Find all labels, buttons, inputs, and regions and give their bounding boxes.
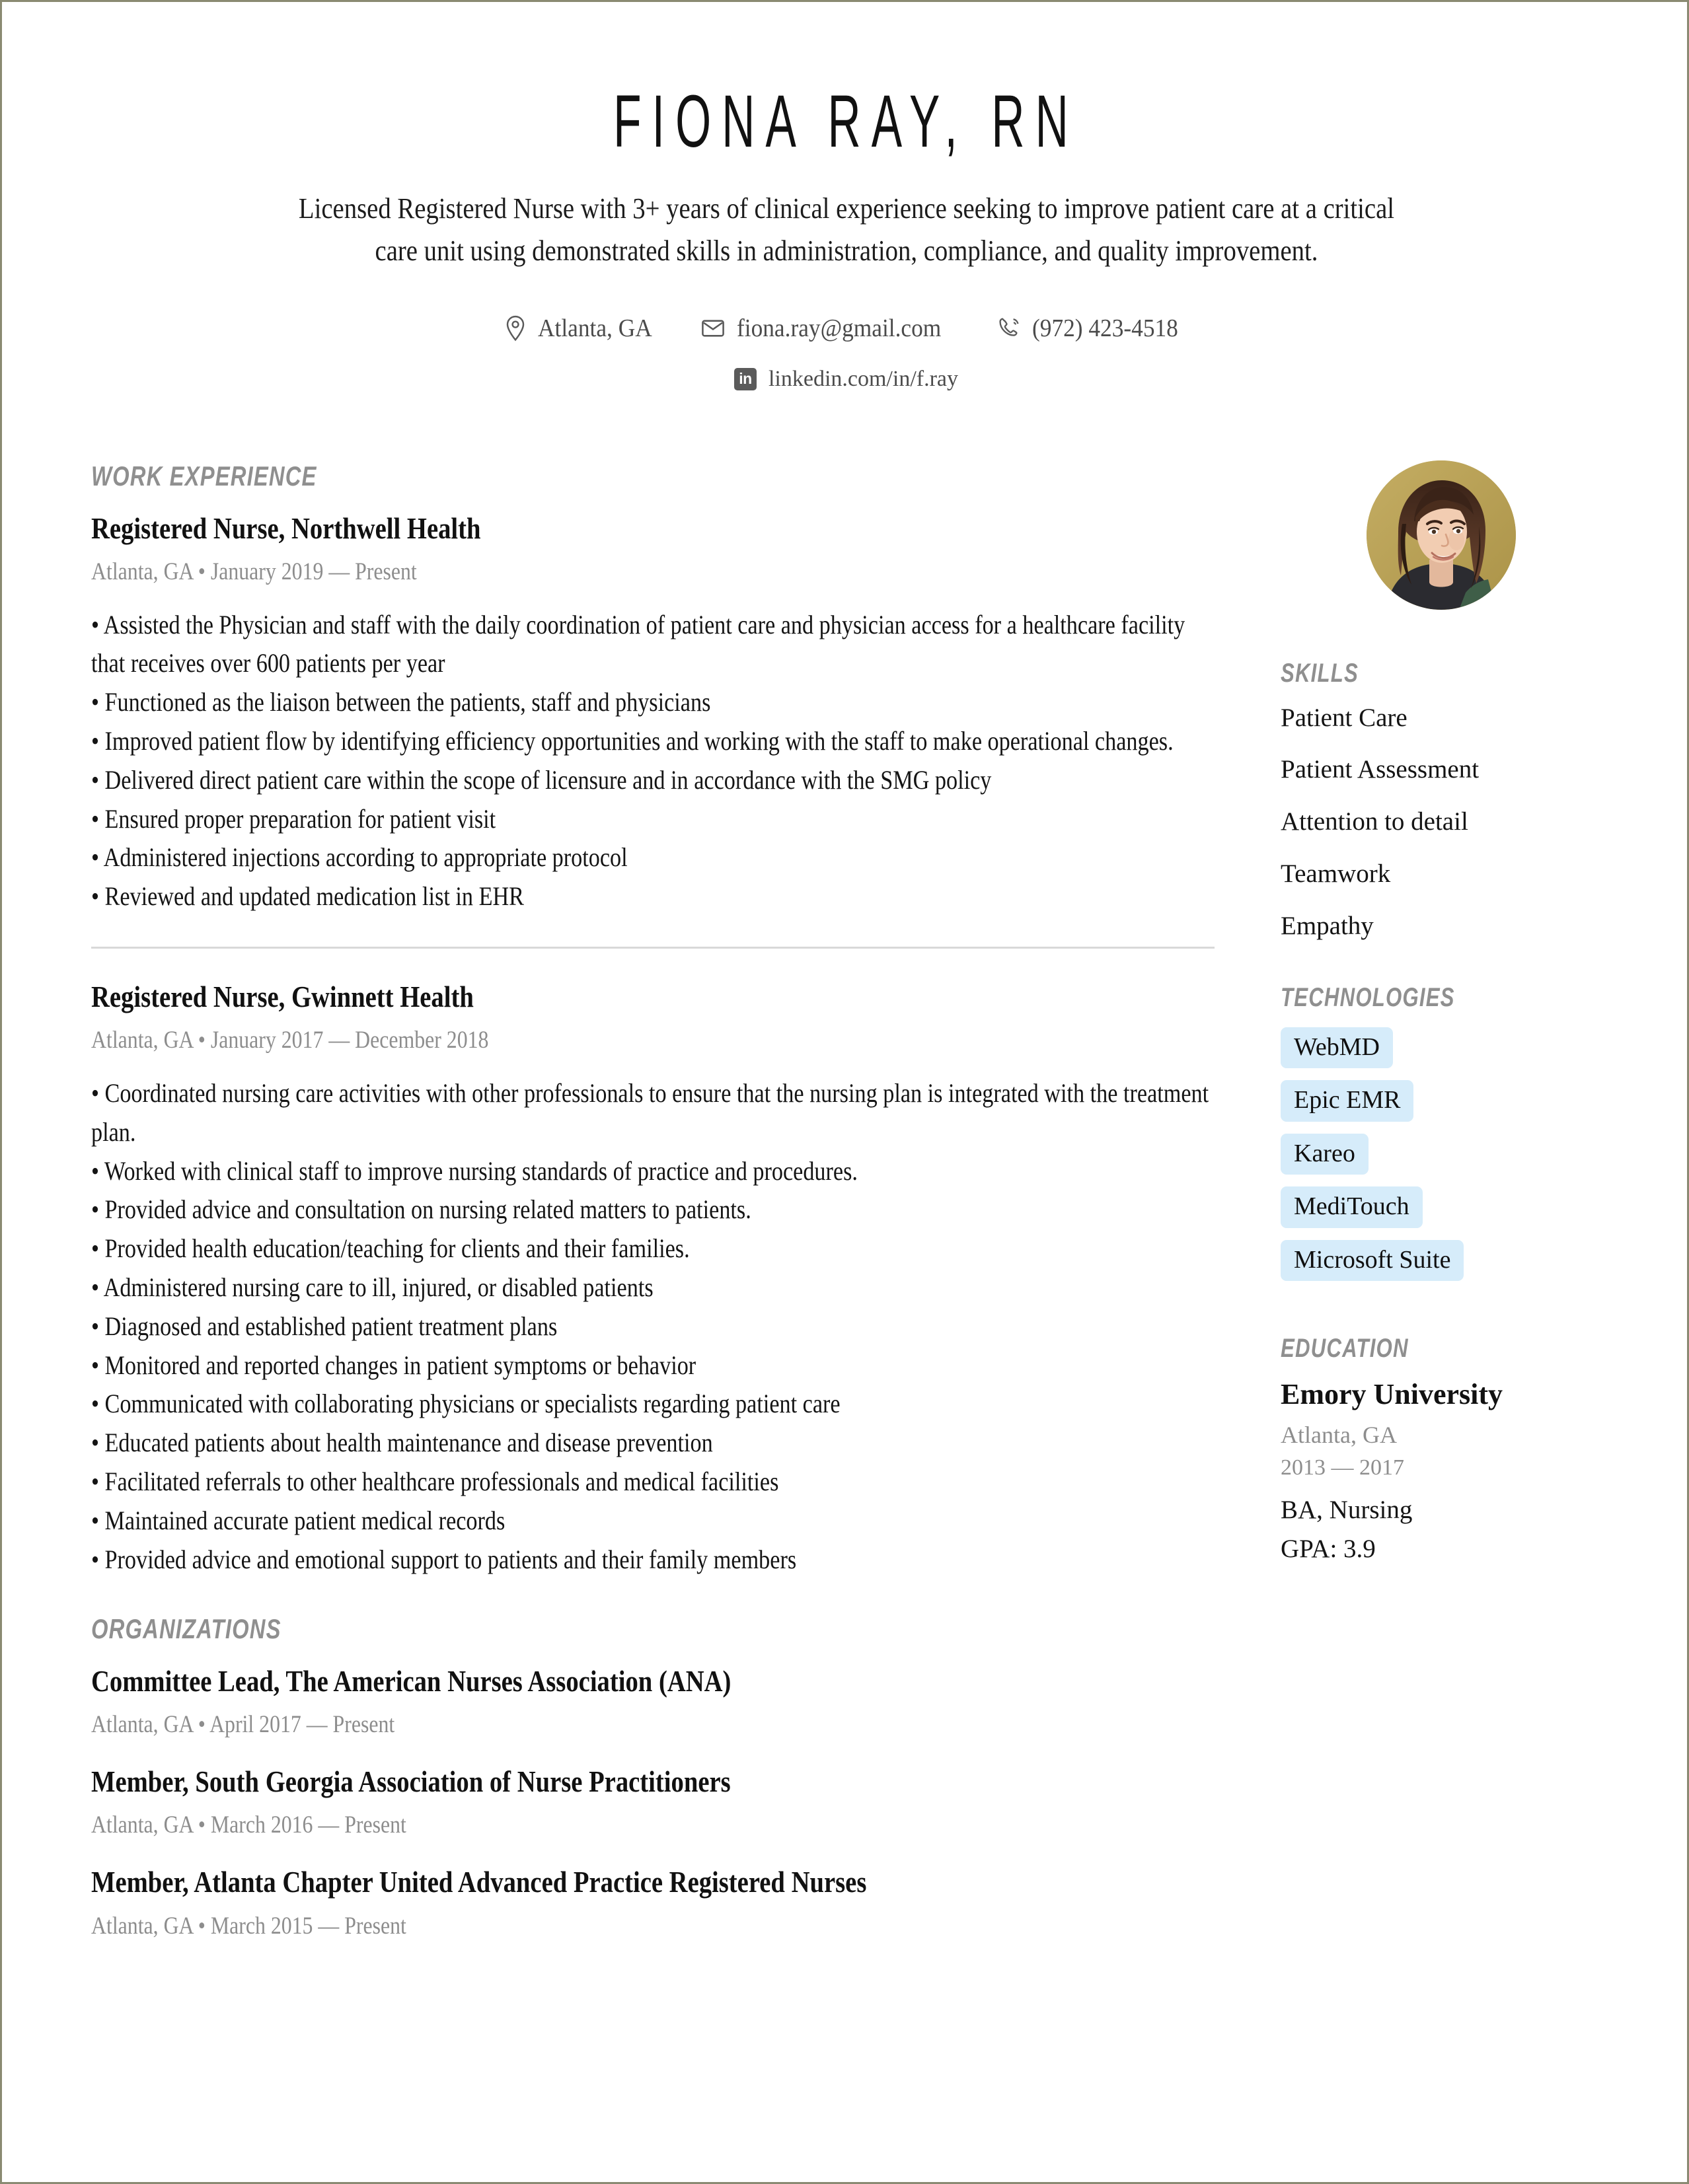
bullet-item: • Coordinated nursing care activities wi…: [91, 1078, 1209, 1147]
job-bullets: • Assisted the Physician and staff with …: [91, 606, 1215, 916]
bullet-item: • Administered injections according to a…: [91, 842, 628, 873]
job-title: Registered Nurse, Northwell Health: [91, 511, 481, 545]
organization-meta: Atlanta, GA • March 2016 — Present: [91, 1811, 406, 1839]
education-years: 2013 — 2017: [1281, 1455, 1404, 1480]
organization-entry: Member, South Georgia Association of Nur…: [91, 1763, 1215, 1839]
bullet-item: • Communicated with collaborating physic…: [91, 1389, 841, 1419]
sidebar-column: SKILLS Patient Care Patient Assessment A…: [1274, 460, 1601, 1606]
bullet-item: • Facilitated referrals to other healthc…: [91, 1467, 779, 1497]
location-pin-icon: [504, 315, 527, 342]
bullet-item: • Delivered direct patient care within t…: [91, 764, 992, 795]
contact-phone-value: (972) 423-4518: [1032, 314, 1178, 342]
organization-meta: Atlanta, GA • March 2015 — Present: [91, 1912, 406, 1940]
avatar: [1281, 460, 1601, 610]
job-meta: Atlanta, GA • January 2019 — Present: [91, 558, 417, 585]
contact-linkedin[interactable]: in linkedin.com/in/f.ray: [91, 367, 1601, 392]
education-degree: BA, Nursing: [1281, 1495, 1413, 1524]
skill-item: Empathy: [1281, 911, 1374, 940]
linkedin-icon: in: [733, 367, 757, 390]
contact-email[interactable]: fiona.ray@gmail.com: [700, 314, 957, 343]
bullet-item: • Ensured proper preparation for patient…: [91, 803, 496, 834]
organization-title: Member, South Georgia Association of Nur…: [91, 1765, 731, 1799]
resume-header: FIONA RAY, RN Licensed Registered Nurse …: [91, 78, 1601, 392]
work-entry: Registered Nurse, Northwell Health Atlan…: [91, 509, 1215, 916]
technology-tag: WebMD: [1281, 1027, 1393, 1069]
skill-item: Attention to detail: [1281, 807, 1468, 836]
job-bullets: • Coordinated nursing care activities wi…: [91, 1074, 1215, 1579]
job-meta: Atlanta, GA • January 2017 — December 20…: [91, 1027, 489, 1054]
bullet-item: • Worked with clinical staff to improve …: [91, 1155, 858, 1186]
education-location: Atlanta, GA: [1281, 1421, 1397, 1448]
bullet-item: • Functioned as the liaison between the …: [91, 687, 711, 717]
organization-entry: Member, Atlanta Chapter United Advanced …: [91, 1863, 1215, 1940]
education-section: EDUCATION Emory University Atlanta, GA 2…: [1281, 1334, 1601, 1564]
bullet-item: • Educated patients about health mainten…: [91, 1428, 713, 1458]
skill-item: Teamwork: [1281, 859, 1391, 889]
technology-tag: MediTouch: [1281, 1186, 1423, 1228]
technology-tag: Kareo: [1281, 1133, 1369, 1175]
resume-page: FIONA RAY, RN Licensed Registered Nurse …: [0, 0, 1689, 2184]
bullet-item: • Administered nursing care to ill, inju…: [91, 1272, 654, 1303]
work-entry: Registered Nurse, Gwinnett Health Atlant…: [91, 978, 1215, 1579]
skills-section: SKILLS Patient Care Patient Assessment A…: [1281, 659, 1601, 942]
contact-phone[interactable]: (972) 423-4518: [996, 314, 1189, 343]
section-heading-technologies: TECHNOLOGIES: [1281, 982, 1455, 1012]
contact-email-value: fiona.ray@gmail.com: [737, 314, 942, 342]
profile-photo: [1366, 460, 1516, 610]
organization-meta: Atlanta, GA • April 2017 — Present: [91, 1711, 395, 1739]
bullet-item: • Maintained accurate patient medical re…: [91, 1505, 506, 1535]
main-column: WORK EXPERIENCE Registered Nurse, Northw…: [91, 460, 1274, 1940]
job-title: Registered Nurse, Gwinnett Health: [91, 980, 474, 1014]
bullet-item: • Provided advice and consultation on nu…: [91, 1194, 751, 1225]
education-school: Emory University: [1281, 1378, 1503, 1411]
bullet-item: • Provided advice and emotional support …: [91, 1544, 797, 1574]
bullet-item: • Improved patient flow by identifying e…: [91, 726, 1174, 756]
linkedin-url: linkedin.com/in/f.ray: [768, 366, 959, 391]
organization-entry: Committee Lead, The American Nurses Asso…: [91, 1662, 1215, 1739]
section-heading-skills: SKILLS: [1281, 658, 1359, 688]
technologies-section: TECHNOLOGIES WebMD Epic EMR Kareo MediTo…: [1281, 983, 1601, 1293]
bullet-item: • Reviewed and updated medication list i…: [91, 881, 524, 912]
professional-summary: Licensed Registered Nurse with 3+ years …: [298, 192, 1394, 268]
section-heading-education: EDUCATION: [1281, 1334, 1409, 1364]
bullet-item: • Diagnosed and established patient trea…: [91, 1311, 558, 1341]
envelope-icon: [700, 317, 726, 340]
page-title: FIONA RAY, RN: [613, 80, 1079, 163]
contact-location[interactable]: Atlanta, GA: [504, 314, 661, 343]
bullet-item: • Provided health education/teaching for…: [91, 1233, 690, 1264]
section-heading-work-experience: WORK EXPERIENCE: [91, 460, 317, 491]
technology-tag: Epic EMR: [1281, 1080, 1414, 1122]
bullet-item: • Assisted the Physician and staff with …: [91, 609, 1185, 678]
section-heading-organizations: ORGANIZATIONS: [91, 1613, 282, 1645]
organization-title: Committee Lead, The American Nurses Asso…: [91, 1664, 732, 1698]
entry-divider: [91, 947, 1215, 949]
phone-icon: [996, 316, 1022, 341]
contact-location-value: Atlanta, GA: [537, 314, 652, 342]
bullet-item: • Monitored and reported changes in pati…: [91, 1350, 696, 1380]
education-gpa: GPA: 3.9: [1281, 1534, 1376, 1563]
skill-item: Patient Care: [1281, 703, 1408, 732]
technology-tag: Microsoft Suite: [1281, 1239, 1464, 1282]
contact-row: Atlanta, GA fiona.ray@gmail.com (972) 42…: [91, 314, 1601, 343]
organization-title: Member, Atlanta Chapter United Advanced …: [91, 1865, 867, 1899]
profile-photo-illustration: [1366, 460, 1516, 610]
skill-item: Patient Assessment: [1281, 755, 1480, 784]
